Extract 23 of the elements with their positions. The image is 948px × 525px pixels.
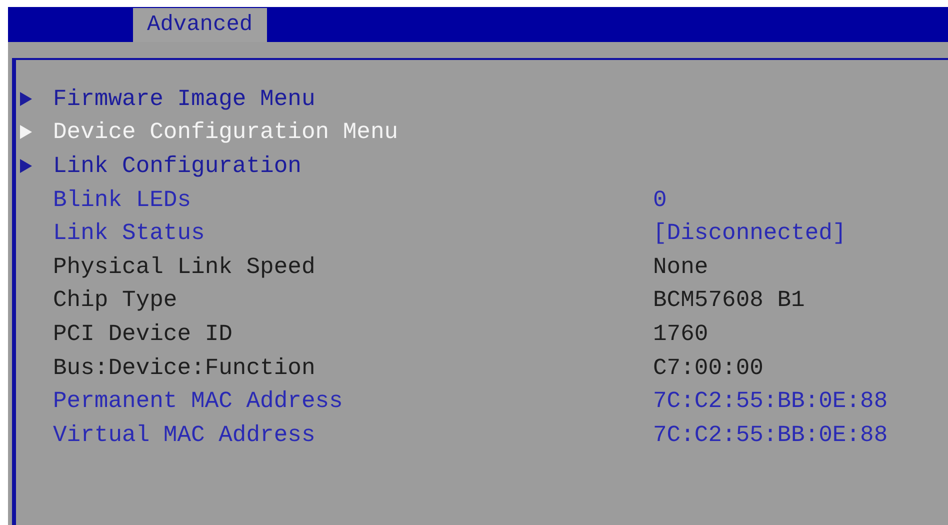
triangle-icon: [20, 125, 32, 140]
setting-value: 7C:C2:55:BB:0E:88: [653, 420, 888, 449]
setting-value: 0: [653, 186, 667, 214]
setting-label[interactable]: Link Status: [53, 219, 653, 248]
setting-label[interactable]: Firmware Image Menu: [53, 84, 653, 113]
setting-value: [Disconnected]: [653, 219, 846, 248]
setting-label[interactable]: Link Configuration: [53, 152, 653, 180]
setting-label: Chip Type: [53, 286, 178, 314]
setting-label[interactable]: Device Configuration Menu: [53, 118, 653, 146]
setting-label: PCI Device ID: [53, 320, 234, 348]
triangle-icon: [20, 158, 32, 173]
triangle-icon: [20, 92, 32, 106]
tab[interactable]: Advanced: [133, 8, 267, 42]
setting-label[interactable]: Permanent MAC Address: [53, 387, 653, 416]
setting-value: 1760: [653, 320, 708, 348]
setting-value: C7:00:00: [653, 354, 764, 382]
setting-label: Physical Link Speed: [53, 252, 316, 281]
setting-value: BCM57608 B1: [653, 286, 805, 314]
setting-label: Bus:Device:Function: [53, 354, 316, 382]
setting-label[interactable]: Blink LEDs: [53, 186, 653, 214]
setting-value: 7C:C2:55:BB:0E:88: [653, 387, 888, 416]
setting-label[interactable]: Virtual MAC Address: [53, 420, 653, 449]
setting-value: None: [653, 252, 708, 281]
